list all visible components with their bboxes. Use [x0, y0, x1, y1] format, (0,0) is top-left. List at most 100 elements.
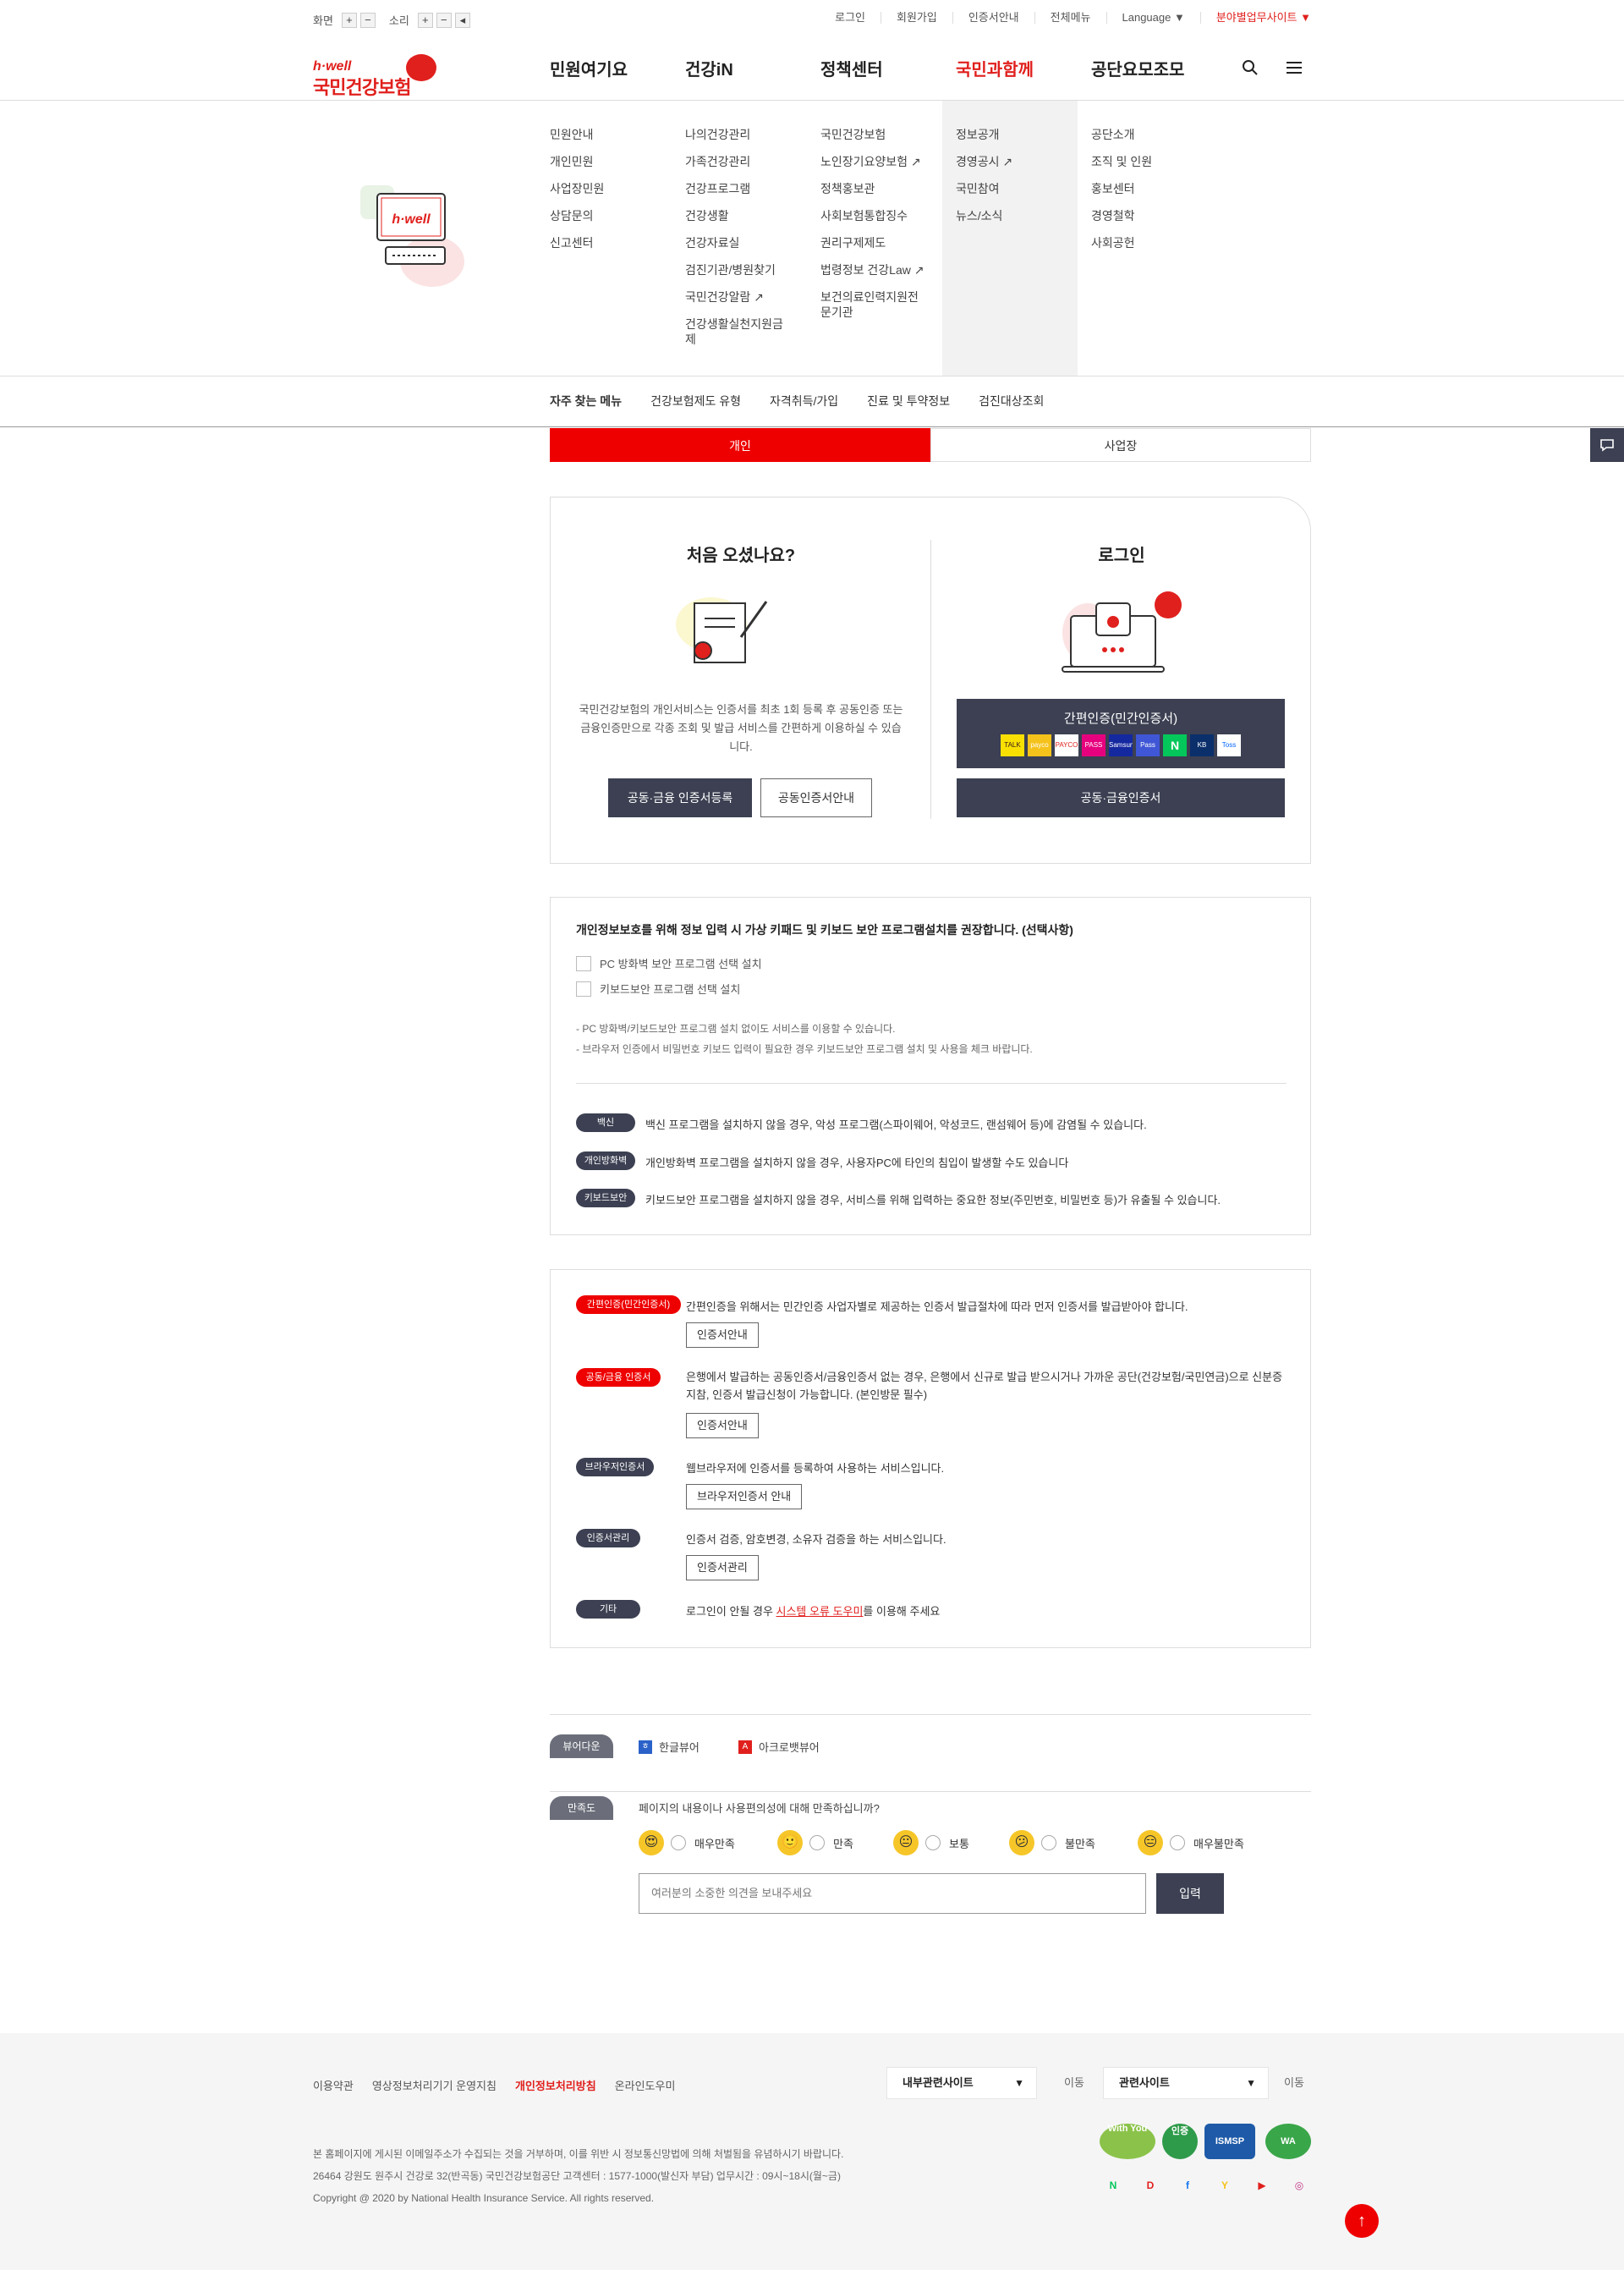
facebook-icon[interactable]: f	[1177, 2174, 1199, 2196]
logo[interactable]: h·well 국민건강보험	[313, 47, 448, 98]
nav-item-people[interactable]: 국민과함께	[956, 56, 1091, 80]
provider-icons: TALK payco PAYCO PASS Samsung Pass N KB …	[957, 734, 1285, 756]
hamburger-menu-icon[interactable]	[1286, 59, 1303, 81]
frequent-link[interactable]: 진료 및 투약정보	[867, 393, 950, 409]
joint-cert-login-button[interactable]: 공동·금융인증서	[957, 778, 1285, 817]
related-sites-go-button[interactable]: 이동	[1277, 2067, 1311, 2099]
hwp-viewer-link[interactable]: ㅎ 한글뷰어	[639, 1739, 700, 1755]
mega-item[interactable]: 노인장기요양보험 ↗	[820, 148, 930, 175]
zoom-in-button[interactable]: +	[341, 12, 357, 28]
login-link[interactable]: 로그인	[820, 12, 881, 24]
nav-item-about[interactable]: 공단요모조모	[1091, 56, 1226, 80]
zoom-out-button[interactable]: −	[359, 12, 376, 28]
mega-item[interactable]: 사업장민원	[550, 175, 660, 202]
keyboard-security-checkbox[interactable]: 키보드보안 프로그램 선택 설치	[576, 981, 740, 997]
acrobat-viewer-link[interactable]: A 아크로뱃뷰어	[738, 1739, 820, 1755]
radio-icon[interactable]	[1041, 1835, 1056, 1850]
radio-icon[interactable]	[671, 1835, 686, 1850]
scroll-top-button[interactable]: ↑	[1345, 2204, 1379, 2238]
opinion-submit-button[interactable]: 입력	[1156, 1873, 1224, 1914]
cert-guide-button[interactable]: 인증서안내	[686, 1413, 759, 1438]
mega-item[interactable]: 국민건강보험	[820, 121, 930, 148]
frequent-link[interactable]: 자격취득/가입	[770, 393, 838, 409]
mega-item[interactable]: 권리구제제도	[820, 229, 930, 256]
mega-item[interactable]: 뉴스/소식	[956, 202, 1066, 229]
mega-item[interactable]: 건강생활실천지원금제	[685, 311, 791, 353]
mega-item[interactable]: 검진기관/병원찾기	[685, 256, 795, 283]
volume-up-button[interactable]: +	[417, 12, 433, 28]
mega-item[interactable]: 건강생활	[685, 202, 795, 229]
naver-blog-icon[interactable]: N	[1102, 2174, 1124, 2196]
kakao-story-icon[interactable]: Y	[1214, 2174, 1236, 2196]
mega-item[interactable]: 국민건강알람 ↗	[685, 283, 795, 311]
search-icon[interactable]	[1242, 59, 1259, 81]
related-sites-select[interactable]: 관련사이트 ▼	[1103, 2067, 1269, 2099]
chat-icon[interactable]	[1590, 428, 1624, 462]
rating-label: 매우불만족	[1193, 1837, 1244, 1850]
system-error-helper-link[interactable]: 시스템 오류 도우미	[776, 1605, 864, 1618]
register-cert-button[interactable]: 공동·금융 인증서등록	[608, 778, 752, 817]
daum-icon[interactable]: D	[1139, 2174, 1161, 2196]
rating-very-dissatisfied[interactable]: 😑 매우불만족	[1138, 1830, 1244, 1855]
mega-item[interactable]: 국민참여	[956, 175, 1066, 202]
terms-link[interactable]: 이용약관	[313, 2077, 354, 2093]
cert-guide-button[interactable]: 공동인증서안내	[760, 778, 872, 817]
youtube-icon[interactable]: ▶	[1251, 2174, 1273, 2196]
frequent-link[interactable]: 건강보험제도 유형	[650, 393, 741, 409]
all-menu-link[interactable]: 전체메뉴	[1034, 12, 1106, 24]
nav-item-policy[interactable]: 정책센터	[820, 56, 956, 80]
mega-item[interactable]: 사회공헌	[1091, 229, 1201, 256]
radio-icon[interactable]	[925, 1835, 941, 1850]
cctv-policy-link[interactable]: 영상정보처리기기 운영지침	[372, 2077, 497, 2093]
mega-item[interactable]: 신고센터	[550, 229, 660, 256]
mega-item[interactable]: 사회보험통합징수	[820, 202, 930, 229]
checkbox-icon[interactable]	[576, 955, 591, 971]
nav-item-civil[interactable]: 민원여기요	[550, 56, 685, 80]
tab-personal[interactable]: 개인	[550, 428, 930, 462]
speaker-icon[interactable]: ◂	[454, 12, 470, 28]
mega-item[interactable]: 조직 및 인원	[1091, 148, 1201, 175]
security-program-panel: 개인정보보호를 위해 정보 입력 시 가상 키패드 및 키보드 보안 프로그램설…	[550, 897, 1311, 1235]
signup-link[interactable]: 회원가입	[881, 12, 952, 24]
opinion-input[interactable]: 여러분의 소중한 의견을 보내주세요	[639, 1873, 1146, 1914]
radio-icon[interactable]	[809, 1835, 825, 1850]
online-helper-link[interactable]: 온라인도우미	[615, 2077, 676, 2093]
mega-item[interactable]: 상담문의	[550, 202, 660, 229]
mega-item[interactable]: 정책홍보관	[820, 175, 930, 202]
volume-down-button[interactable]: −	[436, 12, 452, 28]
mega-item[interactable]: 보건의료인력지원전문기관	[820, 283, 926, 326]
mega-item[interactable]: 개인민원	[550, 148, 660, 175]
mega-item[interactable]: 정보공개	[956, 121, 1066, 148]
privacy-policy-link[interactable]: 개인정보처리방침	[515, 2077, 596, 2093]
radio-icon[interactable]	[1170, 1835, 1185, 1850]
business-sites-select[interactable]: 분야별업무사이트 ▼	[1199, 12, 1311, 24]
cert-guide-link[interactable]: 인증서안내	[952, 12, 1034, 24]
firewall-checkbox[interactable]: PC 방화벽 보안 프로그램 선택 설치	[576, 955, 762, 971]
rating-dissatisfied[interactable]: 😕 불만족	[1009, 1830, 1095, 1855]
mega-item[interactable]: 건강프로그램	[685, 175, 795, 202]
language-select[interactable]: Language ▼	[1106, 12, 1200, 24]
internal-sites-go-button[interactable]: 이동	[1057, 2067, 1091, 2099]
checkbox-icon[interactable]	[576, 981, 591, 997]
tab-business[interactable]: 사업장	[930, 428, 1311, 462]
instagram-icon[interactable]: ◎	[1288, 2174, 1310, 2196]
cert-guide-button[interactable]: 인증서안내	[686, 1322, 759, 1348]
mega-item[interactable]: 건강자료실	[685, 229, 795, 256]
nav-item-health[interactable]: 건강iN	[685, 56, 820, 80]
mega-item[interactable]: 경영공시 ↗	[956, 148, 1066, 175]
cert-manage-button[interactable]: 인증서관리	[686, 1555, 759, 1580]
rating-satisfied[interactable]: 🙂 만족	[777, 1830, 853, 1855]
simple-auth-button[interactable]: 간편인증(민간인증서) TALK payco PAYCO PASS Samsun…	[957, 699, 1285, 768]
mega-item[interactable]: 경영철학	[1091, 202, 1201, 229]
rating-neutral[interactable]: 😐 보통	[893, 1830, 969, 1855]
browser-cert-guide-button[interactable]: 브라우저인증서 안내	[686, 1484, 803, 1509]
mega-item[interactable]: 법령정보 건강Law ↗	[820, 256, 930, 283]
mega-item[interactable]: 가족건강관리	[685, 148, 795, 175]
mega-item[interactable]: 나의건강관리	[685, 121, 795, 148]
internal-sites-select[interactable]: 내부관련사이트 ▼	[886, 2067, 1037, 2099]
frequent-link[interactable]: 검진대상조회	[979, 393, 1044, 409]
mega-item[interactable]: 홍보센터	[1091, 175, 1201, 202]
mega-item[interactable]: 민원안내	[550, 121, 660, 148]
rating-very-satisfied[interactable]: 😍 매우만족	[639, 1830, 735, 1855]
mega-item[interactable]: 공단소개	[1091, 121, 1201, 148]
